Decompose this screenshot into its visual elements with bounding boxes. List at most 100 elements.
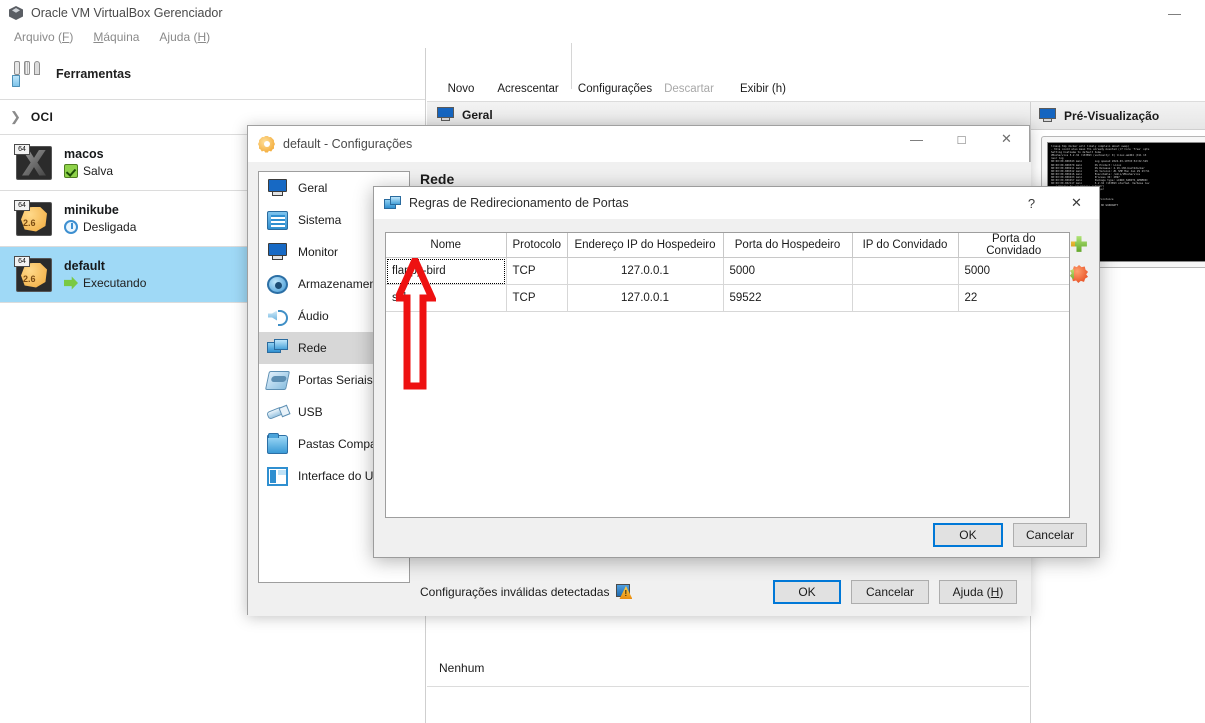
vm-arch-badge: 64 [14, 143, 30, 155]
cell-porta-convidado[interactable]: 22 [958, 284, 1069, 312]
pf-button-row: OK Cancelar [932, 523, 1087, 547]
vm-state-label: Salva [83, 164, 114, 178]
pf-help-button[interactable]: ? [1009, 187, 1054, 219]
column-header-endereco-ip-hospedeiro[interactable]: Endereço IP do Hospedeiro [567, 233, 724, 258]
cell-ip-convidado[interactable] [852, 284, 959, 312]
new-star-icon [443, 43, 479, 79]
settings-cancel-button[interactable]: Cancelar [851, 580, 929, 604]
pf-body: Nome Protocolo Endereço IP do Hospedeiro… [374, 219, 1101, 559]
window-title: Oracle VM VirtualBox Gerenciador [31, 6, 223, 20]
vm-arch-badge: 64 [14, 199, 30, 211]
table-header-row: Nome Protocolo Endereço IP do Hospedeiro… [386, 233, 1069, 258]
menu-ajuda[interactable]: Ajuda (H) [151, 28, 218, 46]
main-titlebar: Oracle VM VirtualBox Gerenciador — [0, 0, 1205, 26]
column-header-porta-hospedeiro[interactable]: Porta do Hospedeiro [723, 233, 853, 258]
cell-porta-hospedeiro[interactable]: 59522 [723, 284, 853, 312]
sidebar-item-label: Rede [298, 341, 327, 355]
sidebar-item-label: Portas Seriais [298, 373, 373, 387]
cell-porta-hospedeiro[interactable]: 5000 [723, 257, 853, 285]
add-rule-icon [1071, 236, 1087, 252]
toolbar-exibir-label: Exibir (h) [739, 83, 786, 95]
port-forwarding-table: Nome Protocolo Endereço IP do Hospedeiro… [386, 233, 1069, 312]
sidebar-item-label: Áudio [298, 309, 329, 323]
toolbar-separator [571, 43, 572, 89]
audio-speaker-icon [267, 307, 288, 326]
vm-os-version: 2.6 [23, 273, 36, 284]
cell-endereco-ip-hospedeiro[interactable]: 127.0.0.1 [567, 257, 724, 285]
cell-protocolo[interactable]: TCP [506, 284, 568, 312]
sidebar-item-label: Sistema [298, 213, 342, 227]
toolbar-novo-button[interactable]: Novo [431, 29, 491, 101]
remove-rule-button[interactable] [1068, 262, 1090, 286]
tools-icon [12, 59, 46, 89]
toolbar-descartar-label: Descartar [664, 83, 714, 95]
pf-dialog-title: Regras de Redirecionamento de Portas [409, 196, 629, 210]
settings-maximize-button[interactable]: □ [939, 126, 984, 152]
details-section-label: Geral [462, 107, 493, 122]
tools-item[interactable]: Ferramentas [0, 48, 425, 100]
vm-state-label: Executando [83, 276, 147, 290]
vm-name: minikube [64, 203, 119, 217]
oci-label: OCI [30, 110, 54, 124]
tools-label: Ferramentas [56, 66, 132, 81]
remove-rule-icon [1070, 265, 1088, 283]
display-icon [437, 107, 454, 122]
toolbar-descartar-button[interactable]: Descartar [652, 29, 726, 101]
column-header-ip-convidado[interactable]: IP do Convidado [852, 233, 959, 258]
preview-header[interactable]: Pré-Visualização [1031, 102, 1205, 130]
usb-icon [267, 403, 288, 422]
pf-cancel-button[interactable]: Cancelar [1012, 523, 1087, 547]
vm-arch-badge: 64 [14, 255, 30, 267]
settings-minimize-button[interactable]: — [894, 126, 939, 152]
main-minimize-button[interactable]: — [1152, 0, 1197, 26]
settings-help-button[interactable]: Ajuda (H) [939, 580, 1017, 604]
toolbar-exibir-button[interactable]: Exibir (h) [726, 29, 800, 101]
warning-icon[interactable] [616, 584, 633, 600]
invalid-settings-notice: Configurações inválidas detectadas [420, 584, 633, 600]
settings-window-buttons: — □ ✕ [894, 126, 1029, 152]
toolbar-acrescentar-button[interactable]: Acrescentar [491, 29, 565, 101]
cell-nome[interactable]: flappy-bird [386, 257, 507, 285]
toolbar-configuracoes-button[interactable]: Configurações [578, 29, 652, 101]
discard-down-arrow-icon [671, 43, 707, 79]
table-row[interactable]: flappy-bird TCP 127.0.0.1 5000 5000 [386, 257, 1069, 285]
monitor-icon [267, 242, 288, 262]
settings-gear-icon [258, 135, 275, 153]
add-rule-button[interactable] [1068, 232, 1090, 256]
state-saved-icon [64, 164, 78, 178]
display-icon [267, 178, 288, 198]
settings-titlebar: default - Configurações — □ ✕ [248, 126, 1029, 162]
virtualbox-logo-icon [8, 5, 24, 21]
pf-ok-button[interactable]: OK [932, 523, 1003, 547]
cell-protocolo[interactable]: TCP [506, 257, 568, 285]
column-header-protocolo[interactable]: Protocolo [506, 233, 568, 258]
settings-ok-button[interactable]: OK [773, 580, 841, 604]
main-toolbar: Novo Acrescentar Configurações Descartar… [427, 26, 1205, 102]
cell-endereco-ip-hospedeiro[interactable]: 127.0.0.1 [567, 284, 724, 312]
details-divider [427, 686, 1029, 687]
settings-close-button[interactable]: ✕ [984, 126, 1029, 152]
network-icon [267, 338, 288, 358]
column-header-porta-convidado[interactable]: Porta do Convidado [958, 233, 1069, 258]
port-forwarding-dialog: Regras de Redirecionamento de Portas ? ✕… [373, 186, 1100, 558]
serial-ports-icon [264, 370, 291, 390]
cell-nome[interactable]: ssh [386, 284, 507, 312]
menu-arquivo[interactable]: Arquivo (F) [6, 28, 81, 46]
cell-ip-convidado[interactable] [852, 257, 959, 285]
menu-maquina[interactable]: Máquina [85, 28, 147, 46]
pf-window-buttons: ? ✕ [1009, 187, 1099, 219]
state-poweroff-icon [64, 220, 78, 234]
vm-os-icon-minikube: 2.6 64 [14, 199, 54, 238]
add-plus-icon [510, 43, 546, 79]
sidebar-item-label: Geral [298, 181, 328, 195]
pf-close-button[interactable]: ✕ [1054, 187, 1099, 219]
shared-folders-icon [267, 432, 288, 454]
cell-porta-convidado[interactable]: 5000 [958, 257, 1069, 285]
invalid-settings-label: Configurações inválidas detectadas [420, 585, 610, 599]
vm-os-icon-macos: 64 [14, 143, 54, 182]
sidebar-item-label: USB [298, 405, 323, 419]
details-none-label: Nenhum [439, 661, 485, 675]
table-row[interactable]: ssh TCP 127.0.0.1 59522 22 [386, 284, 1069, 312]
column-header-nome[interactable]: Nome [386, 233, 507, 258]
network-icon [384, 195, 401, 211]
